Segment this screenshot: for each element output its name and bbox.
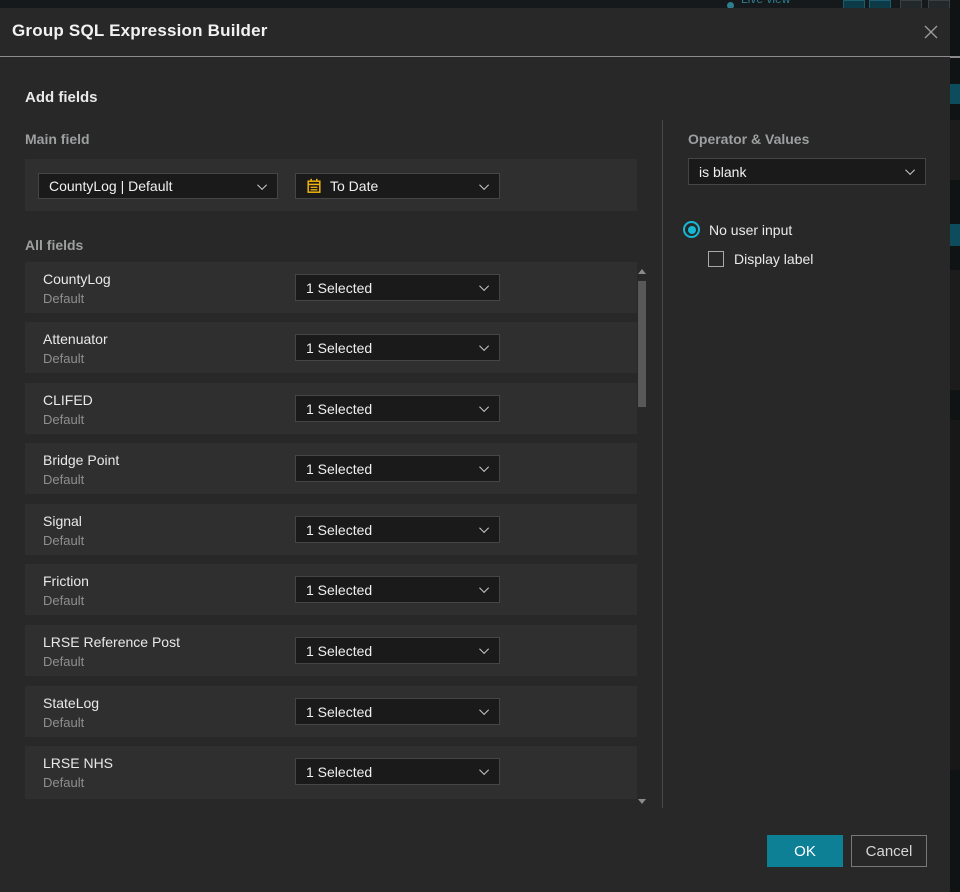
field-name: CLIFED — [43, 392, 93, 408]
chevron-down-icon — [479, 179, 490, 190]
field-row-bridge-point: Bridge Point Default 1 Selected — [25, 443, 637, 494]
field-row-friction: Friction Default 1 Selected — [25, 564, 637, 615]
checkbox-unchecked-icon — [708, 251, 724, 267]
field-name: Attenuator — [43, 331, 108, 347]
background-button-fragment — [843, 0, 865, 8]
field-select[interactable]: 1 Selected — [295, 274, 500, 301]
field-name: Friction — [43, 573, 89, 589]
date-field-select[interactable]: To Date — [295, 173, 500, 199]
operator-select[interactable]: is blank — [688, 158, 926, 185]
date-field-select-value: To Date — [330, 178, 379, 194]
field-sublabel: Default — [43, 654, 85, 669]
field-select-value: 1 Selected — [306, 279, 373, 296]
background-button-fragment — [900, 0, 922, 8]
field-select[interactable]: 1 Selected — [295, 637, 500, 664]
group-sql-expression-builder-dialog: Group SQL Expression Builder Add fields … — [0, 8, 950, 892]
background-app-top-strip: Live view — [0, 0, 960, 8]
field-row-attenuator: Attenuator Default 1 Selected — [25, 322, 637, 373]
operator-values-label: Operator & Values — [688, 131, 810, 147]
background-fragment — [950, 120, 960, 180]
field-row-statelog: StateLog Default 1 Selected — [25, 686, 637, 737]
field-select-value: 1 Selected — [306, 703, 373, 720]
field-select[interactable]: 1 Selected — [295, 758, 500, 785]
field-sublabel: Default — [43, 715, 85, 730]
background-button-fragment — [928, 0, 950, 8]
field-name: Signal — [43, 513, 82, 529]
field-sublabel: Default — [43, 351, 85, 366]
add-fields-heading: Add fields — [25, 89, 98, 106]
field-select[interactable]: 1 Selected — [295, 334, 500, 361]
main-field-select-value: CountyLog | Default — [49, 178, 173, 194]
dialog-title-bar: Group SQL Expression Builder — [0, 8, 950, 57]
background-button-fragment — [869, 0, 891, 8]
field-select[interactable]: 1 Selected — [295, 455, 500, 482]
field-select[interactable]: 1 Selected — [295, 576, 500, 603]
display-label-checkbox[interactable]: Display label — [708, 251, 813, 267]
main-field-select[interactable]: CountyLog | Default — [38, 173, 278, 199]
field-select-value: 1 Selected — [306, 339, 373, 356]
field-name: Bridge Point — [43, 452, 120, 468]
field-sublabel: Default — [43, 472, 85, 487]
field-row-clifed: CLIFED Default 1 Selected — [25, 383, 637, 434]
field-row-lrse-reference-post: LRSE Reference Post Default 1 Selected — [25, 625, 637, 676]
field-name: StateLog — [43, 695, 100, 711]
field-name: CountyLog — [43, 271, 111, 287]
field-select-value: 1 Selected — [306, 642, 373, 659]
field-row-lrse-nhs: LRSE NHS Default 1 Selected — [25, 746, 637, 799]
main-field-label: Main field — [25, 131, 90, 147]
close-icon — [924, 25, 938, 39]
ok-button[interactable]: OK — [767, 835, 843, 867]
calendar-icon — [306, 178, 322, 194]
field-row-signal: Signal Default 1 Selected — [25, 504, 637, 555]
field-select-value: 1 Selected — [306, 460, 373, 477]
main-field-panel: CountyLog | Default To Date — [25, 159, 637, 211]
field-select[interactable]: 1 Selected — [295, 698, 500, 725]
background-fragment — [950, 84, 960, 104]
panel-divider — [662, 120, 663, 808]
scrollbar-down-arrow-icon[interactable] — [638, 799, 646, 804]
field-select[interactable]: 1 Selected — [295, 395, 500, 422]
list-scrollbar[interactable] — [636, 263, 647, 808]
field-name: LRSE NHS — [43, 755, 114, 771]
background-fragment — [950, 420, 960, 770]
dialog-title: Group SQL Expression Builder — [12, 21, 268, 40]
scrollbar-up-arrow-icon[interactable] — [638, 269, 646, 274]
title-divider — [0, 56, 950, 57]
field-select-value: 1 Selected — [306, 400, 373, 417]
no-user-input-label: No user input — [709, 221, 793, 238]
operator-select-value: is blank — [699, 163, 747, 180]
field-select-value: 1 Selected — [306, 763, 373, 780]
field-select[interactable]: 1 Selected — [295, 516, 500, 543]
field-row-countylog: CountyLog Default 1 Selected — [25, 262, 637, 313]
radio-selected-icon — [683, 221, 700, 238]
field-sublabel: Default — [43, 533, 85, 548]
background-fragment — [950, 224, 960, 246]
background-fragment — [950, 56, 960, 58]
field-name: LRSE Reference Post — [43, 634, 180, 650]
field-select-value: 1 Selected — [306, 581, 373, 598]
display-label-label: Display label — [734, 251, 814, 267]
background-fragment — [950, 270, 960, 390]
all-fields-label: All fields — [25, 237, 84, 253]
background-app-right-strip — [950, 0, 960, 892]
field-sublabel: Default — [43, 291, 85, 306]
close-button[interactable] — [916, 16, 946, 48]
scrollbar-thumb[interactable] — [638, 281, 646, 407]
live-view-label: Live view — [741, 0, 831, 8]
field-select-value: 1 Selected — [306, 521, 373, 538]
field-sublabel: Default — [43, 593, 85, 608]
cancel-button[interactable]: Cancel — [851, 835, 927, 867]
field-sublabel: Default — [43, 412, 85, 427]
field-sublabel: Default — [43, 775, 85, 790]
no-user-input-radio[interactable]: No user input — [683, 221, 792, 238]
